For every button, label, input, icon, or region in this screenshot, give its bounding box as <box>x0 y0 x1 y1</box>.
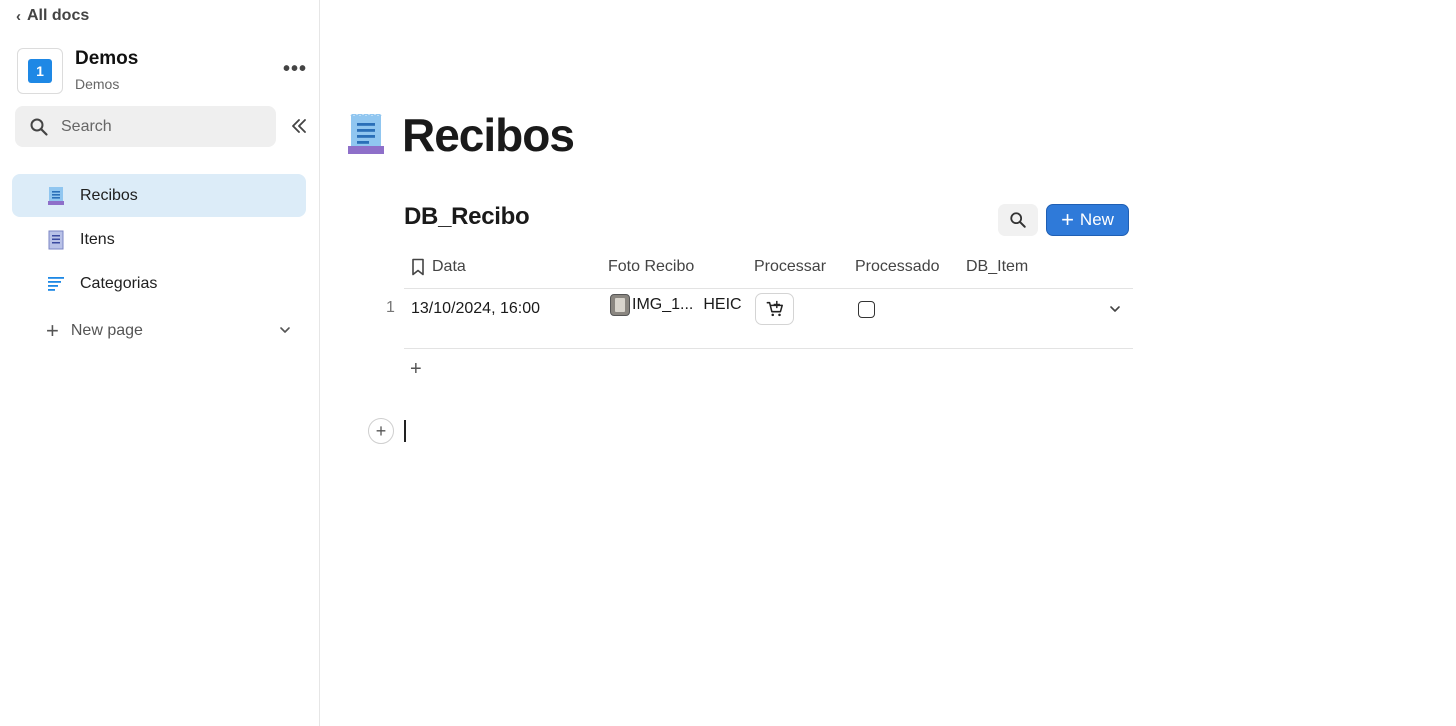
file-extension: HEIC <box>703 296 742 313</box>
collapse-sidebar-icon[interactable] <box>289 116 309 136</box>
chevron-down-icon[interactable] <box>1108 302 1122 316</box>
row-divider <box>404 348 1133 349</box>
sidebar-item-label: Itens <box>80 230 115 248</box>
sidebar-item-itens[interactable]: Itens <box>12 218 306 261</box>
chevron-left-icon: ‹ <box>16 7 21 25</box>
sidebar-item-label: Categorias <box>80 274 158 292</box>
workspace-logo-badge: 1 <box>28 59 52 83</box>
bookmark-icon <box>412 258 424 276</box>
text-cursor[interactable] <box>404 420 406 442</box>
receipt-icon <box>46 186 66 206</box>
column-header-db-item[interactable]: DB_Item <box>966 256 1028 278</box>
column-header-label: Processado <box>855 258 940 275</box>
sidebar-item-label: Recibos <box>80 186 138 204</box>
page-receipt-icon[interactable] <box>345 114 387 156</box>
more-options-icon[interactable]: ••• <box>283 59 307 79</box>
all-docs-link[interactable]: ‹ All docs <box>16 5 89 27</box>
plus-icon: + <box>1061 207 1074 232</box>
file-name: IMG_1... <box>632 296 694 313</box>
column-header-label: DB_Item <box>966 258 1029 275</box>
search-placeholder: Search <box>61 117 112 135</box>
workspace-header[interactable]: 1 Demos Demos ••• <box>17 47 307 95</box>
plus-icon: + <box>46 318 59 343</box>
search-icon <box>1010 212 1026 228</box>
sidebar-item-categorias[interactable]: Categorias <box>12 262 306 305</box>
cell-foto-recibo[interactable]: IMG_1... HEIC <box>610 294 742 316</box>
cart-add-icon <box>766 300 783 317</box>
add-row-button[interactable]: + <box>410 358 422 380</box>
search-icon <box>30 118 48 136</box>
workspace-logo: 1 <box>17 48 63 94</box>
column-header-label: Foto Recibo <box>608 258 695 275</box>
workspace-subtitle: Demos <box>75 76 120 92</box>
workspace-text: Demos Demos <box>75 48 138 94</box>
add-block-button[interactable]: + <box>368 418 394 444</box>
all-docs-label: All docs <box>27 7 90 24</box>
new-page-label: New page <box>70 322 143 339</box>
page-title[interactable]: Recibos <box>402 106 575 164</box>
sidebar-item-recibos[interactable]: Recibos <box>12 174 306 217</box>
categories-icon <box>46 274 66 294</box>
processado-checkbox[interactable] <box>858 301 875 318</box>
column-header-processar[interactable]: Processar <box>754 256 826 278</box>
row-number: 1 <box>386 299 395 316</box>
workspace-title: Demos <box>75 48 139 69</box>
new-page-button[interactable]: + New page <box>12 312 306 350</box>
new-record-label: New <box>1079 210 1114 229</box>
column-header-label: Processar <box>754 258 827 275</box>
processar-button[interactable] <box>755 293 794 325</box>
database-title[interactable]: DB_Recibo <box>404 202 530 232</box>
new-record-button[interactable]: + New <box>1046 204 1129 236</box>
sidebar-search-input[interactable]: Search <box>15 106 276 147</box>
database-search-button[interactable] <box>998 204 1038 236</box>
column-header-label: Data <box>432 258 466 275</box>
column-header-foto-recibo[interactable]: Foto Recibo <box>608 256 694 278</box>
column-header-processado[interactable]: Processado <box>855 256 940 278</box>
sidebar: ‹ All docs 1 Demos Demos ••• Search Reci… <box>0 0 320 726</box>
column-header-data[interactable]: Data <box>410 256 466 278</box>
header-divider <box>404 288 1133 289</box>
cell-data[interactable]: 13/10/2024, 16:00 <box>411 298 540 320</box>
image-thumbnail <box>610 294 630 316</box>
list-doc-icon <box>46 230 66 250</box>
sidebar-nav: Recibos Itens Categorias <box>12 174 306 306</box>
chevron-down-icon[interactable] <box>278 323 292 337</box>
